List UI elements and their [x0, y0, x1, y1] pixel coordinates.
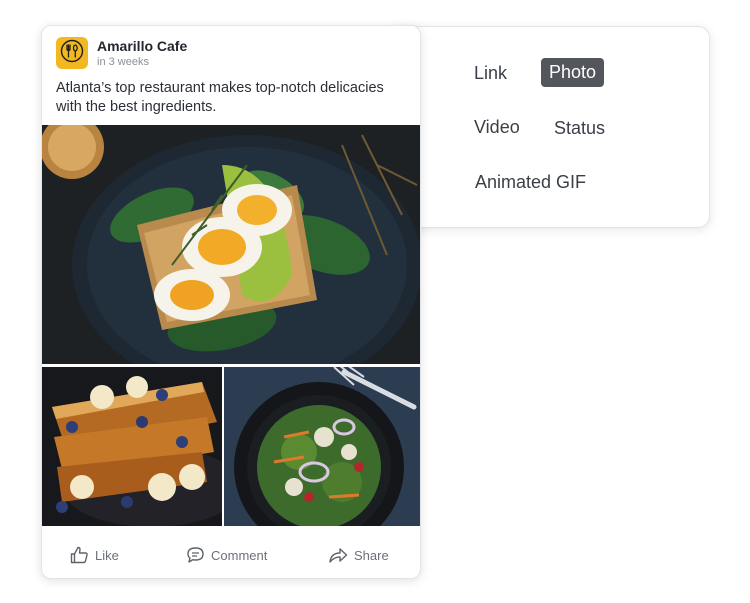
egg-avocado-toast-photo: [42, 125, 420, 364]
thumbs-up-icon: [70, 546, 89, 564]
like-label: Like: [95, 547, 119, 563]
share-icon: [328, 546, 348, 564]
comment-icon: [186, 546, 205, 564]
salad-bowl-photo: [224, 367, 420, 526]
share-button[interactable]: Share: [328, 546, 389, 564]
share-label: Share: [354, 547, 389, 563]
post-type-video[interactable]: Video: [466, 113, 528, 142]
french-toast-photo: [42, 367, 222, 526]
comment-label: Comment: [211, 547, 268, 563]
post-time: in 3 weeks: [97, 56, 149, 68]
post-card: Amarillo Cafe in 3 weeks Atlanta’s top r…: [41, 25, 421, 579]
post-type-link[interactable]: Link: [466, 59, 515, 88]
post-type-panel: Link Photo Video Status Animated GIF: [390, 26, 710, 228]
post-type-animated-gif[interactable]: Animated GIF: [467, 168, 594, 197]
post-text: Atlanta’s top restaurant makes top-notch…: [56, 80, 384, 115]
like-button[interactable]: Like: [70, 546, 119, 564]
post-type-status[interactable]: Status: [546, 114, 613, 143]
post-type-photo[interactable]: Photo: [541, 58, 605, 87]
fork-spoon-icon: [60, 39, 84, 68]
post-actions: Like Comment Share: [42, 526, 420, 578]
comment-button[interactable]: Comment: [186, 546, 267, 564]
page-name: Amarillo Cafe: [97, 38, 188, 54]
avatar: [56, 37, 88, 69]
